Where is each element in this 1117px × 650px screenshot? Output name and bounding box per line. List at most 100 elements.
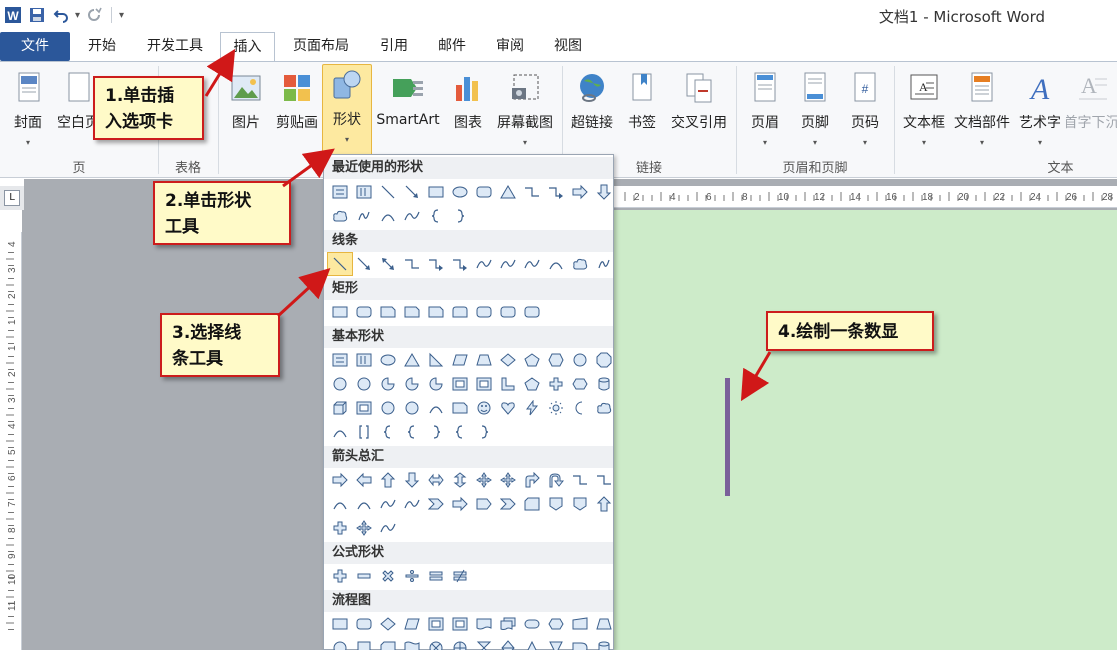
shape-offpage-icon[interactable] <box>352 637 376 650</box>
shape-elbow-icon[interactable] <box>400 253 424 275</box>
shape-roundtop-icon[interactable] <box>448 301 472 323</box>
shape-curve-icon[interactable] <box>376 493 400 515</box>
shape-bentarrow-icon[interactable] <box>520 469 544 491</box>
bookmark-button[interactable]: 书签 <box>622 68 662 156</box>
shape-prep-icon[interactable] <box>544 613 568 635</box>
shape-notequal-icon[interactable] <box>448 565 472 587</box>
shape-frame-icon[interactable] <box>448 613 472 635</box>
shape-bracket-icon[interactable] <box>352 421 376 443</box>
shape-card-icon[interactable] <box>376 637 400 650</box>
cross-reference-button[interactable]: 交叉引用 <box>666 68 732 156</box>
shape-arrowline-icon[interactable] <box>352 253 376 275</box>
shape-rect-icon[interactable] <box>328 613 352 635</box>
shape-rrect-icon[interactable] <box>352 613 376 635</box>
shape-oval-icon[interactable] <box>376 349 400 371</box>
clip-art-button[interactable]: 剪贴画 <box>272 68 322 156</box>
wordart-button[interactable]: A 艺术字 ▾ <box>1016 68 1064 156</box>
tab-view[interactable]: 视图 <box>542 32 594 61</box>
shape-para-icon[interactable] <box>400 613 424 635</box>
horizontal-ruler[interactable]: 2 4 6 8 10 12 14 16 18 20 22 24 26 28 <box>614 186 1117 208</box>
shape-rrect-icon[interactable] <box>496 301 520 323</box>
page-number-button[interactable]: # 页码 ▾ <box>844 68 886 156</box>
shape-rbrace-icon[interactable] <box>472 421 496 443</box>
shape-pentarrow-icon[interactable] <box>472 493 496 515</box>
tab-insert[interactable]: 插入 <box>220 32 275 62</box>
cover-page-button[interactable]: 封面 ▾ <box>6 68 50 156</box>
shape-heart-icon[interactable] <box>496 397 520 419</box>
shape-elbow-icon[interactable] <box>592 469 616 491</box>
shape-curve-icon[interactable] <box>400 493 424 515</box>
smartart-button[interactable]: SmartArt <box>374 68 442 156</box>
shape-circle-icon[interactable] <box>328 373 352 395</box>
shape-chevron-icon[interactable] <box>496 493 520 515</box>
shape-circle-icon[interactable] <box>352 373 376 395</box>
shape-uturn-icon[interactable] <box>544 469 568 491</box>
shape-scribble-icon[interactable] <box>352 205 376 227</box>
shape-quad-icon[interactable] <box>352 517 376 539</box>
textbox-button[interactable]: A 文本框 ▾ <box>900 68 948 156</box>
tab-references[interactable]: 引用 <box>368 32 420 61</box>
shape-arc-icon[interactable] <box>544 253 568 275</box>
shape-terminator-icon[interactable] <box>520 613 544 635</box>
shape-snip-icon[interactable] <box>400 301 424 323</box>
shape-curve-icon[interactable] <box>520 253 544 275</box>
shape-rarrow-icon[interactable] <box>328 469 352 491</box>
shape-frame-icon[interactable] <box>424 613 448 635</box>
shape-cross-icon[interactable] <box>544 373 568 395</box>
shape-rbrace-icon[interactable] <box>448 205 472 227</box>
shape-lbrace-icon[interactable] <box>448 421 472 443</box>
shape-darrow-icon[interactable] <box>400 469 424 491</box>
shape-tri-icon[interactable] <box>400 349 424 371</box>
shape-hexa-icon[interactable] <box>544 349 568 371</box>
shape-multidoc-icon[interactable] <box>496 613 520 635</box>
shape-offpage-icon[interactable] <box>544 493 568 515</box>
shape-divide-icon[interactable] <box>400 565 424 587</box>
shape-octa-icon[interactable] <box>592 349 616 371</box>
shape-frame-icon[interactable] <box>448 373 472 395</box>
shape-cloud-icon[interactable] <box>568 253 592 275</box>
hyperlink-button[interactable]: 超链接 <box>566 68 618 156</box>
shape-uarrow-icon[interactable] <box>376 469 400 491</box>
shape-collate-icon[interactable] <box>472 637 496 650</box>
shape-para-icon[interactable] <box>448 349 472 371</box>
shape-curve-icon[interactable] <box>376 517 400 539</box>
shape-extract-icon[interactable] <box>520 637 544 650</box>
shape-merge-icon[interactable] <box>544 637 568 650</box>
shape-times-icon[interactable] <box>376 565 400 587</box>
shape-prep-icon[interactable] <box>568 373 592 395</box>
tab-file[interactable]: 文件 <box>0 32 70 61</box>
shape-rtri-icon[interactable] <box>424 349 448 371</box>
shape-pie-icon[interactable] <box>376 373 400 395</box>
shape-uarrow-icon[interactable] <box>592 493 616 515</box>
shape-sumjunction-icon[interactable] <box>424 637 448 650</box>
shape-elbowarrow-icon[interactable] <box>448 253 472 275</box>
shape-quad-icon[interactable] <box>496 469 520 491</box>
shape-circle-icon[interactable] <box>568 349 592 371</box>
shape-cube-icon[interactable] <box>328 397 352 419</box>
shape-lshape-icon[interactable] <box>496 373 520 395</box>
shape-textbox-icon[interactable] <box>328 181 352 203</box>
shape-cloud-icon[interactable] <box>592 397 616 419</box>
shape-diamond-icon[interactable] <box>496 349 520 371</box>
footer-button[interactable]: 页脚 ▾ <box>794 68 836 156</box>
shape-quad-icon[interactable] <box>472 469 496 491</box>
shape-rarrow-icon[interactable] <box>448 493 472 515</box>
shape-orjunction-icon[interactable] <box>448 637 472 650</box>
shape-offpage-icon[interactable] <box>568 493 592 515</box>
shape-doc-icon[interactable] <box>472 613 496 635</box>
shape-rrect-icon[interactable] <box>472 181 496 203</box>
shape-lrarrow-icon[interactable] <box>424 469 448 491</box>
shape-rrect-icon[interactable] <box>352 301 376 323</box>
shape-snip-icon[interactable] <box>424 301 448 323</box>
shape-tri-icon[interactable] <box>496 181 520 203</box>
header-button[interactable]: 页眉 ▾ <box>744 68 786 156</box>
screenshot-button[interactable]: 屏幕截图 ▾ <box>492 68 558 156</box>
shape-arc-icon[interactable] <box>352 493 376 515</box>
shape-circle-icon[interactable] <box>376 397 400 419</box>
shape-frame-icon[interactable] <box>352 397 376 419</box>
shape-elbowarrow-icon[interactable] <box>424 253 448 275</box>
tab-mailings[interactable]: 邮件 <box>426 32 478 61</box>
shape-penta-icon[interactable] <box>520 349 544 371</box>
shape-minus-icon[interactable] <box>352 565 376 587</box>
shape-frame-icon[interactable] <box>472 373 496 395</box>
